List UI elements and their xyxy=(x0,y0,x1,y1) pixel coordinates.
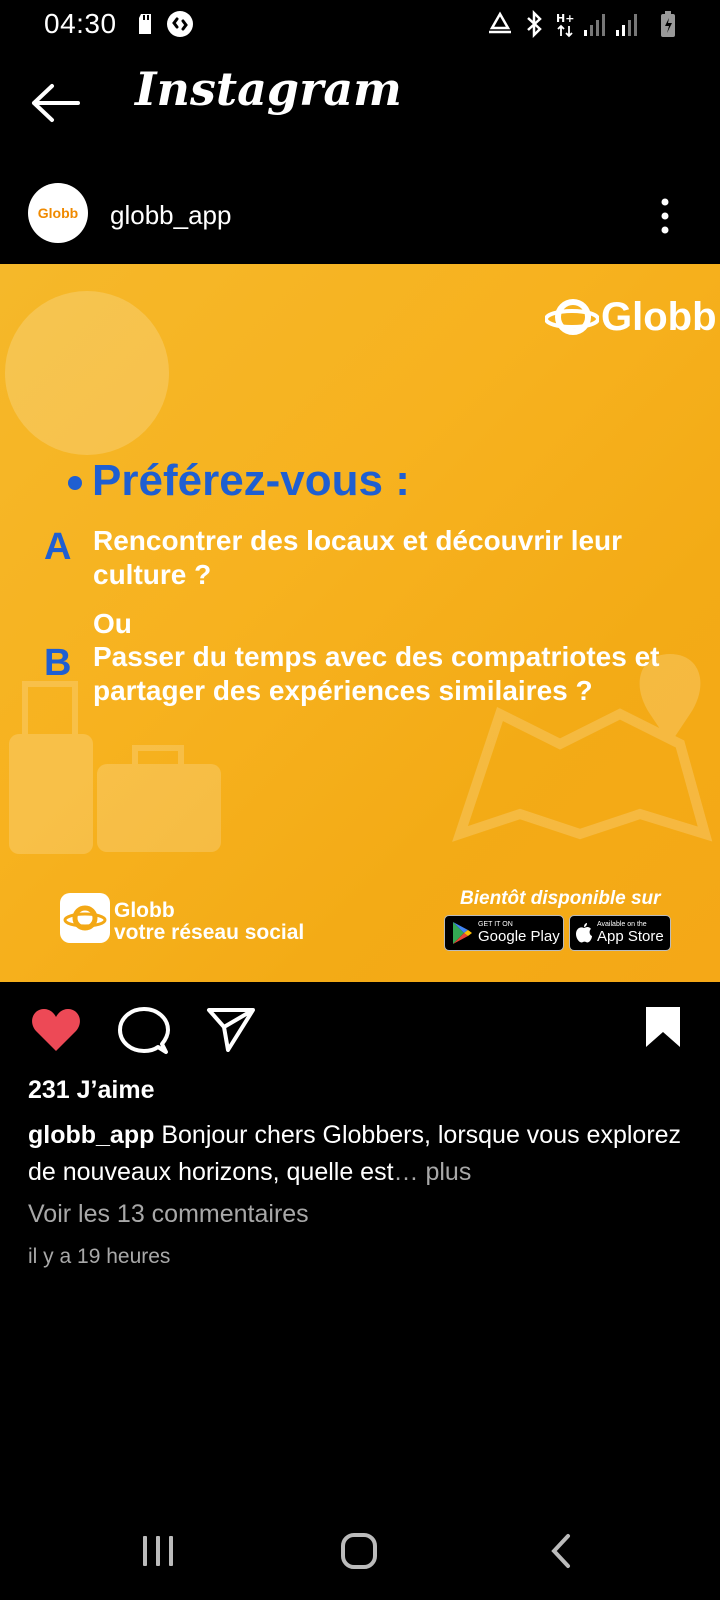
caption-username[interactable]: globb_app xyxy=(28,1121,154,1149)
google-big-text: Google Play xyxy=(478,928,560,945)
bookmark-filled-icon[interactable] xyxy=(644,1005,682,1049)
footer-brand: Globb votre réseau social xyxy=(114,900,304,944)
coming-soon-text: Bientôt disponible sur xyxy=(460,888,661,909)
post-image[interactable]: Globb Préférez-vous : A Rencontrer des l… xyxy=(0,264,720,982)
or-text: Ou xyxy=(93,608,132,639)
post-timestamp: il y a 19 heures xyxy=(28,1245,171,1268)
option-a-letter: A xyxy=(44,526,72,568)
battery-icon xyxy=(661,11,675,37)
post-username[interactable]: globb_app xyxy=(110,200,231,231)
post-caption: globb_app Bonjour chers Globbers, lorsqu… xyxy=(28,1117,688,1191)
avatar-logo-text: Globb xyxy=(37,205,79,221)
shazam-icon xyxy=(167,11,193,37)
recycle-icon xyxy=(489,11,511,34)
option-b-letter: B xyxy=(44,642,72,684)
heart-filled-icon[interactable] xyxy=(30,1007,82,1053)
globb-brand-logo: Globb xyxy=(545,294,717,340)
caption-more-link[interactable]: plus xyxy=(419,1158,471,1186)
view-comments-link[interactable]: Voir les 13 commentaires xyxy=(28,1200,309,1229)
signal-icon xyxy=(616,14,637,36)
bluetooth-icon xyxy=(527,10,542,38)
status-time: 04:30 xyxy=(44,8,117,39)
apple-big-text: App Store xyxy=(597,928,664,945)
recent-apps-icon[interactable] xyxy=(140,1534,176,1568)
question-text: Préférez-vous : xyxy=(92,456,410,505)
footer-title: Globb xyxy=(114,899,175,922)
avatar[interactable]: Globb xyxy=(28,183,88,243)
status-bar: 04:30 H+ xyxy=(0,0,720,50)
sd-card-icon xyxy=(139,14,151,34)
back-arrow-icon[interactable] xyxy=(30,80,82,126)
google-play-badge: GET IT ON Google Play xyxy=(444,915,564,951)
network-h-plus-icon: H+ xyxy=(556,12,574,38)
globb-planet-icon xyxy=(545,299,599,335)
footer-subtitle: votre réseau social xyxy=(114,921,305,944)
home-icon[interactable] xyxy=(340,1532,378,1570)
apple-icon xyxy=(576,923,592,943)
signal-icon xyxy=(584,14,605,36)
brand-name: Globb xyxy=(601,294,717,339)
app-title: Instagram xyxy=(135,62,402,116)
globb-app-icon xyxy=(60,893,110,943)
comment-icon[interactable] xyxy=(118,1006,170,1056)
back-icon[interactable] xyxy=(548,1532,574,1570)
caption-ellipsis: … xyxy=(393,1158,419,1186)
option-a-text: Rencontrer des locaux et découvrir leur … xyxy=(93,525,623,590)
svg-text:H+: H+ xyxy=(556,12,574,25)
app-store-badge: Available on the App Store xyxy=(569,915,671,951)
bullet-dot xyxy=(68,476,82,491)
like-count[interactable]: 231 J’aime xyxy=(28,1076,155,1105)
globb-planet-icon xyxy=(63,905,107,931)
option-b-text: Passer du temps avec des compatriotes et… xyxy=(93,641,660,706)
more-vertical-icon[interactable] xyxy=(658,196,672,236)
globe-icon xyxy=(5,291,169,455)
question-title: Préférez-vous : xyxy=(68,456,410,506)
google-play-icon xyxy=(453,922,472,944)
send-icon[interactable] xyxy=(206,1006,256,1052)
